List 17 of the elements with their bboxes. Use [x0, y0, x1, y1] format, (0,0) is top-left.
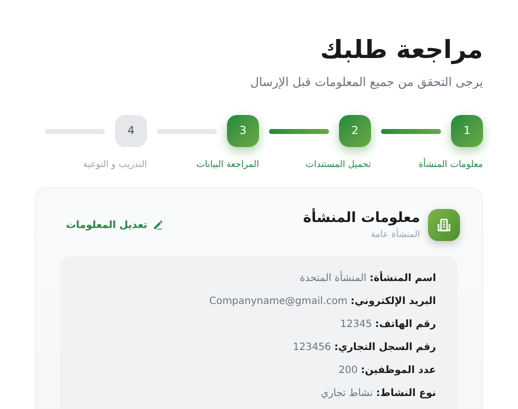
- step-label: المراجعة البيانات: [196, 159, 259, 172]
- card-subtitle: المنشأة عامة: [370, 228, 420, 242]
- building-icon: [428, 209, 460, 241]
- page-title: مراجعة طلبك: [319, 34, 483, 66]
- step-label: التدريب و التوعية: [83, 159, 147, 172]
- page-subtitle: يرجى التحقق من جميع المعلومات قبل الإرسال: [249, 74, 483, 92]
- step-connector: [381, 128, 441, 134]
- detail-row: اسم المنشأة: المنشأة المتحدة: [82, 272, 436, 286]
- card-title: معلومات المنشأة: [303, 208, 420, 228]
- detail-row-text: نوع النشاط: نشاط تجاري: [320, 387, 436, 402]
- step-connector: [269, 128, 329, 134]
- step-label: تحميل المستندات: [305, 159, 371, 172]
- step-label: معلومات المنشأة: [418, 159, 483, 173]
- edit-info-link[interactable]: تعديل المعلومات: [66, 218, 164, 232]
- step-connector: [157, 128, 217, 134]
- step-connector: [45, 128, 105, 134]
- pencil-icon: [153, 220, 164, 230]
